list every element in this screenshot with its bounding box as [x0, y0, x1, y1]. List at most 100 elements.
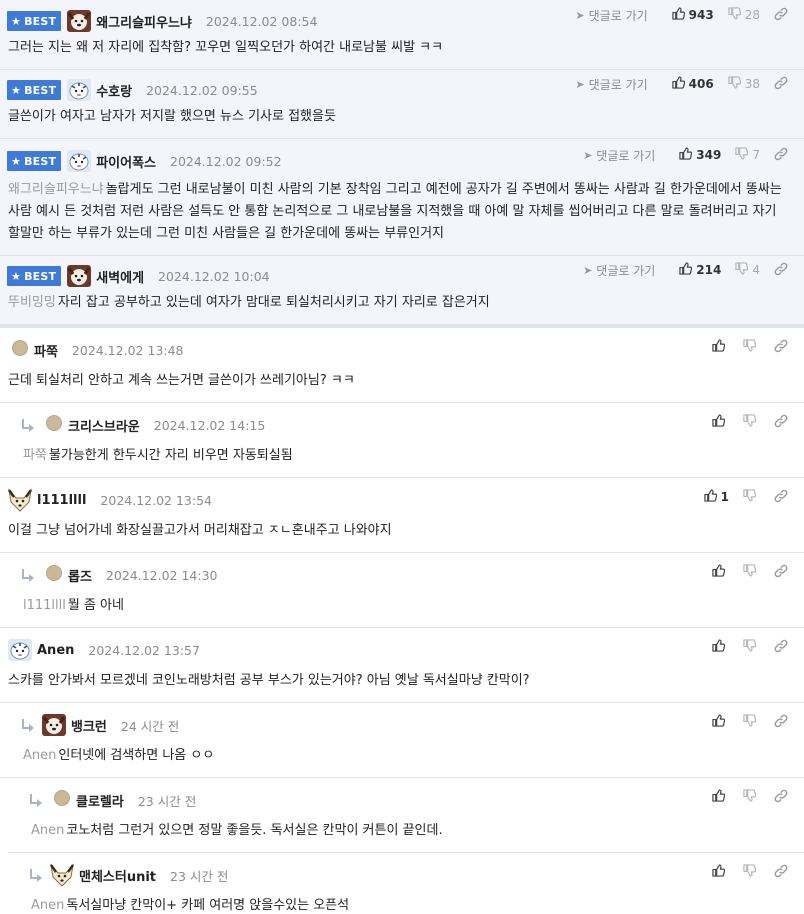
- comment-author[interactable]: 맨체스터unit: [79, 866, 156, 885]
- thumb-up-icon: [712, 339, 729, 355]
- comment-author[interactable]: 뱅크런: [71, 716, 107, 735]
- reply-arrow-icon: [21, 569, 35, 582]
- link-icon[interactable]: [760, 639, 788, 656]
- comment-date: 2024.12.02 14:15: [153, 417, 266, 433]
- like-button[interactable]: 214: [679, 262, 721, 278]
- thumb-down-icon: [743, 789, 760, 805]
- fox-avatar-icon[interactable]: [7, 488, 37, 512]
- thumb-down-icon: [743, 564, 760, 580]
- dislike-button[interactable]: 38: [728, 76, 760, 92]
- dislike-button[interactable]: [743, 489, 760, 505]
- like-button[interactable]: [712, 639, 729, 655]
- dog-avatar-icon[interactable]: [66, 264, 96, 288]
- link-icon[interactable]: [760, 789, 788, 806]
- dislike-button[interactable]: 7: [735, 147, 760, 163]
- thumb-up-icon: [712, 789, 729, 805]
- dislike-button[interactable]: [743, 414, 760, 430]
- best-badge: ★ BEST: [7, 11, 62, 31]
- link-icon[interactable]: [760, 7, 788, 24]
- comment-author[interactable]: 롭즈: [68, 566, 92, 585]
- link-icon[interactable]: [760, 864, 788, 881]
- thumb-down-icon: [735, 262, 752, 278]
- mention-author[interactable]: 왜그리슬피우느냐: [8, 182, 104, 197]
- reply-arrow-icon: [29, 794, 43, 807]
- link-icon[interactable]: [760, 262, 788, 279]
- like-button[interactable]: [712, 714, 729, 730]
- like-button[interactable]: 406: [671, 76, 714, 92]
- reply-arrow-icon: [21, 419, 35, 432]
- mention-author[interactable]: l111llll: [23, 598, 66, 613]
- dislike-button[interactable]: [743, 714, 760, 730]
- dislike-button[interactable]: [743, 789, 760, 805]
- mention-author[interactable]: 파쭉: [23, 448, 47, 463]
- comment-date: 2024.12.02 13:54: [100, 492, 212, 508]
- avatar[interactable]: [41, 415, 68, 435]
- like-button[interactable]: [712, 789, 729, 805]
- tiger-avatar-icon[interactable]: [66, 149, 96, 173]
- goto-reply-link[interactable]: ➤ 댓글로 가기: [583, 147, 655, 164]
- comment-list: ★ BEST 왜그리슬피우느냐 2024.12.02 08:54 ➤ 댓글로 가기 …: [0, 0, 804, 914]
- tiger-avatar-icon[interactable]: [7, 638, 37, 662]
- avatar-dot: [12, 340, 28, 356]
- like-button[interactable]: 1: [703, 489, 729, 505]
- like-count: 943: [688, 8, 714, 22]
- dislike-button[interactable]: [743, 339, 760, 355]
- avatar[interactable]: [41, 565, 68, 585]
- mention-author[interactable]: Anen: [23, 748, 56, 763]
- comment-author[interactable]: 새벽에게: [96, 267, 144, 286]
- dislike-button[interactable]: 28: [728, 7, 760, 23]
- comment-author[interactable]: 수호랑: [96, 81, 132, 100]
- avatar[interactable]: [49, 790, 76, 810]
- like-button[interactable]: 349: [679, 147, 721, 163]
- avatar[interactable]: [7, 340, 34, 360]
- send-arrow-icon: ➤: [583, 148, 593, 162]
- thumb-down-icon: [743, 639, 760, 655]
- goto-reply-link[interactable]: ➤ 댓글로 가기: [583, 262, 655, 279]
- like-button[interactable]: [712, 864, 729, 880]
- comment-author[interactable]: l111llll: [37, 493, 86, 508]
- link-icon[interactable]: [760, 76, 788, 93]
- comment-author[interactable]: 크리스브라운: [68, 416, 140, 435]
- best-comment: ★ BEST 왜그리슬피우느냐 2024.12.02 08:54 ➤ 댓글로 가기 …: [0, 0, 804, 70]
- reply-arrow-icon: [21, 719, 35, 732]
- comment-author[interactable]: 클로렐라: [76, 791, 124, 810]
- comment-date: 23 시간 전: [137, 793, 197, 809]
- dislike-button[interactable]: [743, 864, 760, 880]
- tiger-avatar-icon[interactable]: [66, 78, 96, 102]
- goto-reply-link[interactable]: ➤ 댓글로 가기: [575, 76, 647, 93]
- comment-author[interactable]: 파이어폭스: [96, 152, 156, 171]
- like-button[interactable]: [712, 339, 729, 355]
- like-button[interactable]: 943: [671, 7, 714, 23]
- link-icon[interactable]: [760, 714, 788, 731]
- dog-avatar-icon[interactable]: [66, 9, 96, 33]
- reply-comment: 맨체스터unit 23 시간 전 Anen 독서실마냥 칸막이+ 카페 여러명 앉…: [8, 853, 804, 914]
- star-icon: ★: [11, 269, 22, 283]
- comment-body: 스카를 안가봐서 모르겠네 코인노래방처럼 공부 부스가 있는거야? 아님 옛날…: [8, 673, 530, 688]
- dog-avatar-icon[interactable]: [41, 713, 71, 737]
- comment-author[interactable]: 파쭉: [34, 341, 58, 360]
- like-button[interactable]: [712, 564, 729, 580]
- reply-comment: 뱅크런 24 시간 전 Anen 인터넷에 검색하면 나옴 ㅇㅇ: [0, 703, 804, 778]
- link-icon[interactable]: [760, 489, 788, 506]
- comment-author[interactable]: 왜그리슬피우느냐: [96, 12, 192, 31]
- link-icon[interactable]: [760, 147, 788, 164]
- dislike-button[interactable]: [743, 564, 760, 580]
- comment-author[interactable]: Anen: [37, 643, 74, 658]
- link-icon[interactable]: [760, 339, 788, 356]
- link-icon[interactable]: [760, 414, 788, 431]
- fox-avatar-icon[interactable]: [49, 863, 79, 887]
- dislike-button[interactable]: 4: [735, 262, 760, 278]
- link-icon[interactable]: [760, 564, 788, 581]
- comment-body: Anen 인터넷에 검색하면 나옴 ㅇㅇ: [23, 748, 215, 763]
- thumb-up-icon: [679, 262, 696, 278]
- thumb-down-icon: [743, 489, 760, 505]
- like-button[interactable]: [712, 414, 729, 430]
- best-badge: ★ BEST: [7, 266, 62, 286]
- mention-author[interactable]: Anen: [31, 823, 64, 838]
- mention-author[interactable]: 뚜비밍밍: [8, 295, 56, 310]
- mention-author[interactable]: Anen: [31, 898, 64, 913]
- goto-reply-link[interactable]: ➤ 댓글로 가기: [575, 7, 647, 24]
- comment-body: 파쭉 불가능한게 한두시간 자리 비우면 자동퇴실됨: [23, 448, 293, 463]
- comment: l111llll 2024.12.02 13:54 1 이걸 그냥 넘어가네 화…: [0, 478, 804, 553]
- dislike-button[interactable]: [743, 639, 760, 655]
